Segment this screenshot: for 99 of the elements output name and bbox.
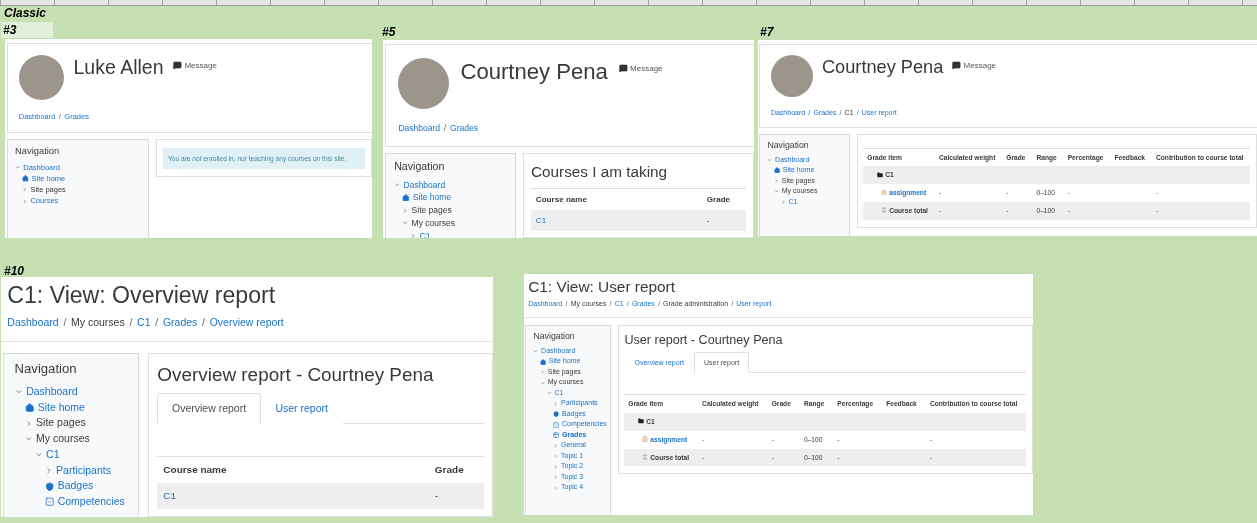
breadcrumb-separator: / bbox=[443, 122, 447, 135]
column-header: Course name bbox=[162, 462, 228, 477]
speech-bubble-icon bbox=[618, 64, 628, 73]
user-name: Luke Allen bbox=[73, 56, 164, 79]
chevron-right-icon[interactable] bbox=[553, 442, 559, 449]
shield-icon bbox=[553, 411, 560, 418]
chevron-right-icon[interactable] bbox=[774, 177, 780, 184]
screenshot-label: #5 bbox=[381, 24, 397, 40]
chevron-down-icon[interactable] bbox=[546, 390, 552, 397]
navigation-title: Navigation bbox=[394, 159, 446, 175]
navigation-title: Navigation bbox=[533, 330, 576, 343]
chevron-right-icon[interactable] bbox=[402, 206, 409, 215]
message-link[interactable]: Message bbox=[618, 62, 663, 74]
chevron-right-icon[interactable] bbox=[24, 418, 33, 428]
section-heading: User report - Courtney Pena bbox=[624, 332, 784, 349]
chevron-right-icon[interactable] bbox=[553, 474, 559, 481]
home-icon bbox=[540, 358, 547, 365]
chevron-right-icon[interactable] bbox=[44, 465, 53, 476]
user-name: Courtney Pena bbox=[822, 56, 944, 77]
breadcrumb-separator: / bbox=[155, 315, 159, 330]
breadcrumb-link[interactable]: Dashboard bbox=[7, 315, 59, 330]
navigation-title: Navigation bbox=[15, 144, 61, 158]
chevron-down-icon[interactable] bbox=[774, 188, 780, 195]
chevron-right-icon[interactable] bbox=[553, 484, 559, 491]
screenshot-label: #7 bbox=[759, 24, 775, 40]
nav-link[interactable]: Site home bbox=[37, 399, 85, 416]
chevron-down-icon[interactable] bbox=[767, 156, 773, 163]
speech-bubble-icon bbox=[952, 61, 962, 70]
column-header: Course name bbox=[534, 194, 588, 207]
chevron-down-icon[interactable] bbox=[402, 219, 409, 227]
avatar bbox=[18, 55, 64, 100]
chevron-down-icon[interactable] bbox=[533, 348, 539, 355]
column-header: Grade bbox=[433, 462, 465, 477]
chevron-down-icon[interactable] bbox=[394, 181, 401, 189]
user-name: Courtney Pena bbox=[460, 60, 608, 85]
avatar bbox=[770, 55, 813, 97]
breadcrumb-link[interactable]: Grades bbox=[162, 315, 198, 330]
home-icon bbox=[24, 402, 34, 413]
folder-icon bbox=[637, 418, 644, 425]
home-icon bbox=[402, 193, 410, 202]
home-icon bbox=[774, 167, 781, 174]
sheet-title: Classic bbox=[4, 6, 47, 20]
nav-link[interactable]: C1 bbox=[46, 446, 60, 463]
folder-icon bbox=[876, 171, 883, 178]
screenshot-label: #3 bbox=[1, 22, 53, 38]
chevron-right-icon[interactable] bbox=[410, 232, 417, 238]
navigation-title: Navigation bbox=[14, 360, 78, 379]
avatar bbox=[398, 58, 450, 109]
course-link[interactable]: C1 bbox=[163, 489, 177, 501]
screenshot-label: #10 bbox=[3, 263, 26, 279]
section-heading: Courses I am taking bbox=[531, 162, 669, 182]
sigma-icon bbox=[641, 454, 648, 461]
breadcrumb-separator: / bbox=[129, 315, 133, 330]
sigma-icon bbox=[880, 207, 887, 214]
breadcrumb-link[interactable]: C1 bbox=[137, 315, 151, 330]
page-title: C1: View: User report bbox=[528, 277, 677, 296]
assignment-icon bbox=[880, 189, 887, 196]
page-title: C1: View: Overview report bbox=[7, 282, 277, 310]
checkbox-icon bbox=[44, 497, 54, 507]
shield-icon bbox=[44, 481, 54, 491]
breadcrumb-link[interactable]: Dashboard bbox=[398, 122, 441, 135]
speech-bubble-icon bbox=[173, 61, 183, 70]
chevron-down-icon[interactable] bbox=[540, 379, 546, 386]
nav-link[interactable]: Site home bbox=[412, 191, 452, 205]
breadcrumb-separator: / bbox=[63, 315, 67, 330]
assignment-icon bbox=[641, 436, 648, 443]
nav-link[interactable]: Site pages bbox=[411, 204, 452, 217]
nav-link[interactable]: Participants bbox=[56, 462, 111, 479]
chevron-right-icon[interactable] bbox=[22, 197, 28, 205]
nav-link[interactable]: Dashboard bbox=[26, 383, 78, 400]
nav-link[interactable]: Badges bbox=[57, 478, 94, 495]
chevron-right-icon[interactable] bbox=[780, 198, 786, 205]
breadcrumb-link[interactable]: Overview report bbox=[209, 315, 284, 330]
message-link[interactable]: Message bbox=[952, 59, 997, 71]
chevron-right-icon[interactable] bbox=[540, 369, 546, 376]
nav-link[interactable]: Site pages bbox=[36, 415, 86, 432]
chevron-right-icon[interactable] bbox=[553, 453, 559, 460]
nav-link[interactable]: My courses bbox=[36, 431, 90, 447]
breadcrumb-separator: / bbox=[202, 315, 205, 330]
report-tab[interactable]: Overview report bbox=[157, 392, 261, 425]
chevron-down-icon[interactable] bbox=[15, 163, 21, 171]
chevron-right-icon[interactable] bbox=[553, 400, 559, 407]
nav-link[interactable]: Dashboard bbox=[403, 178, 446, 192]
course-link[interactable]: C1 bbox=[535, 216, 547, 226]
nav-link[interactable]: C1 bbox=[419, 229, 431, 238]
nav-link[interactable]: Competencies bbox=[57, 494, 125, 510]
checkbox-icon bbox=[553, 421, 560, 428]
column-header: Grade bbox=[705, 194, 732, 207]
nav-link[interactable]: My courses bbox=[411, 216, 456, 230]
table-cell: - bbox=[434, 489, 439, 501]
navigation-title: Navigation bbox=[767, 138, 810, 152]
home-icon bbox=[22, 175, 29, 182]
chevron-right-icon[interactable] bbox=[553, 463, 559, 470]
table-icon bbox=[553, 432, 560, 439]
chevron-right-icon[interactable] bbox=[22, 186, 28, 194]
table-cell: - bbox=[706, 216, 710, 226]
section-heading: Overview report - Courtney Pena bbox=[157, 364, 435, 388]
message-link[interactable]: Message bbox=[173, 59, 217, 71]
breadcrumb-link[interactable]: Grades bbox=[450, 122, 478, 135]
